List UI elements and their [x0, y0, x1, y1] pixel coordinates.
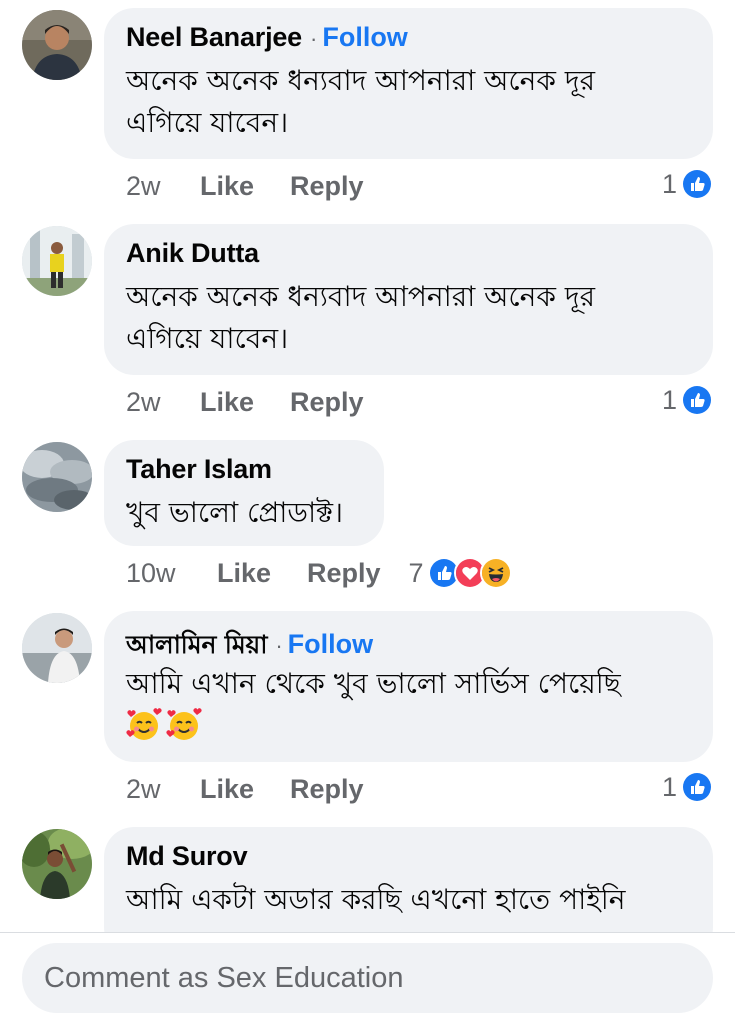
separator-dot: · [310, 26, 318, 51]
comment-composer-bar: Comment as Sex Education [0, 932, 735, 1024]
comment-bubble[interactable]: Md Surov আমি একটা অডার করছি এখনো হাতে পা… [104, 827, 713, 932]
timestamp[interactable]: 2w [126, 774, 200, 805]
smiling-face-with-hearts-emoji [126, 708, 162, 740]
author-name[interactable]: Md Surov [126, 841, 248, 872]
comment-text: অনেক অনেক ধন্যবাদ আপনারা অনেক দূর এগিয়ে… [126, 276, 689, 360]
haha-icon [479, 557, 512, 589]
like-icon [681, 771, 713, 803]
author-name[interactable]: Taher Islam [126, 454, 272, 485]
reply-button[interactable]: Reply [307, 558, 381, 589]
comment-text-line: এগিয়ে যাবেন। [126, 322, 289, 355]
timestamp[interactable]: 2w [126, 171, 200, 202]
smiling-face-with-hearts-emoji [166, 708, 202, 740]
comment-bubble[interactable]: Anik Dutta অনেক অনেক ধন্যবাদ আপনারা অনেক… [104, 224, 713, 375]
timestamp[interactable]: 10w [126, 558, 217, 589]
comment-text-line: এগিয়ে যাবেন। [126, 106, 289, 139]
comment-actions: 2w Like Reply [126, 771, 364, 807]
follow-button[interactable]: Follow [322, 22, 407, 53]
reply-button[interactable]: Reply [290, 171, 364, 202]
avatar[interactable] [22, 226, 92, 296]
comment-actions: 2w Like Reply [126, 168, 364, 204]
comment-text-line: অনেক অনেক ধন্যবাদ আপনারা অনেক দূর [126, 280, 595, 313]
reaction-summary[interactable]: 7 [409, 557, 512, 589]
comment-input[interactable]: Comment as Sex Education [22, 943, 713, 1013]
avatar[interactable] [22, 613, 92, 683]
like-button[interactable]: Like [200, 171, 290, 202]
reply-button[interactable]: Reply [290, 387, 364, 418]
comment-text: আমি এখান থেকে খুব ভালো সার্ভিস পেয়েছি [126, 663, 689, 705]
separator-dot: · [275, 633, 283, 658]
comments-screen: Neel Banarjee · Follow অনেক অনেক ধন্যবাদ… [0, 0, 735, 1024]
reaction-count: 1 [661, 384, 677, 415]
avatar[interactable] [22, 829, 92, 899]
like-button[interactable]: Like [200, 774, 290, 805]
like-button[interactable]: Like [217, 558, 307, 589]
author-name[interactable]: আলামিন মিয়া [126, 625, 268, 668]
comment-actions: 10w Like Reply 7 [126, 555, 512, 591]
reaction-count: 1 [661, 771, 677, 802]
comment-text-line: খুব ভালো প্রোডাক্ট। [126, 496, 344, 529]
like-icon [681, 168, 713, 200]
like-button[interactable]: Like [200, 387, 290, 418]
reaction-summary[interactable]: 1 [662, 166, 713, 202]
follow-button[interactable]: Follow [288, 629, 373, 660]
reaction-count: 1 [661, 168, 677, 199]
comment-bubble[interactable]: Taher Islam খুব ভালো প্রোডাক্ট। [104, 440, 384, 546]
comment-text: আমি একটা অডার করছি এখনো হাতে পাইনি [126, 879, 689, 921]
reaction-count: 7 [408, 557, 424, 588]
comment-actions: 2w Like Reply [126, 384, 364, 420]
comment-text-line: আমি এখান থেকে খুব ভালো সার্ভিস পেয়েছি [126, 667, 621, 700]
timestamp[interactable]: 2w [126, 387, 200, 418]
author-name[interactable]: Neel Banarjee [126, 22, 302, 53]
reply-button[interactable]: Reply [290, 774, 364, 805]
reaction-summary[interactable]: 1 [662, 382, 713, 418]
comment-bubble[interactable]: আলামিন মিয়া · Follow আমি এখান থেকে খুব … [104, 611, 713, 762]
comment-list[interactable]: Neel Banarjee · Follow অনেক অনেক ধন্যবাদ… [0, 0, 735, 932]
avatar[interactable] [22, 442, 92, 512]
comment-text: অনেক অনেক ধন্যবাদ আপনারা অনেক দূর এগিয়ে… [126, 60, 689, 144]
comment-text: খুব ভালো প্রোডাক্ট। [126, 492, 360, 534]
emoji-row [126, 707, 689, 743]
comment-text-line: অনেক অনেক ধন্যবাদ আপনারা অনেক দূর [126, 64, 595, 97]
reaction-summary[interactable]: 1 [662, 769, 713, 805]
comment-bubble[interactable]: Neel Banarjee · Follow অনেক অনেক ধন্যবাদ… [104, 8, 713, 159]
avatar[interactable] [22, 10, 92, 80]
comment-text-line: আমি একটা অডার করছি এখনো হাতে পাইনি [126, 883, 626, 916]
author-name[interactable]: Anik Dutta [126, 238, 259, 269]
like-icon [681, 384, 713, 416]
